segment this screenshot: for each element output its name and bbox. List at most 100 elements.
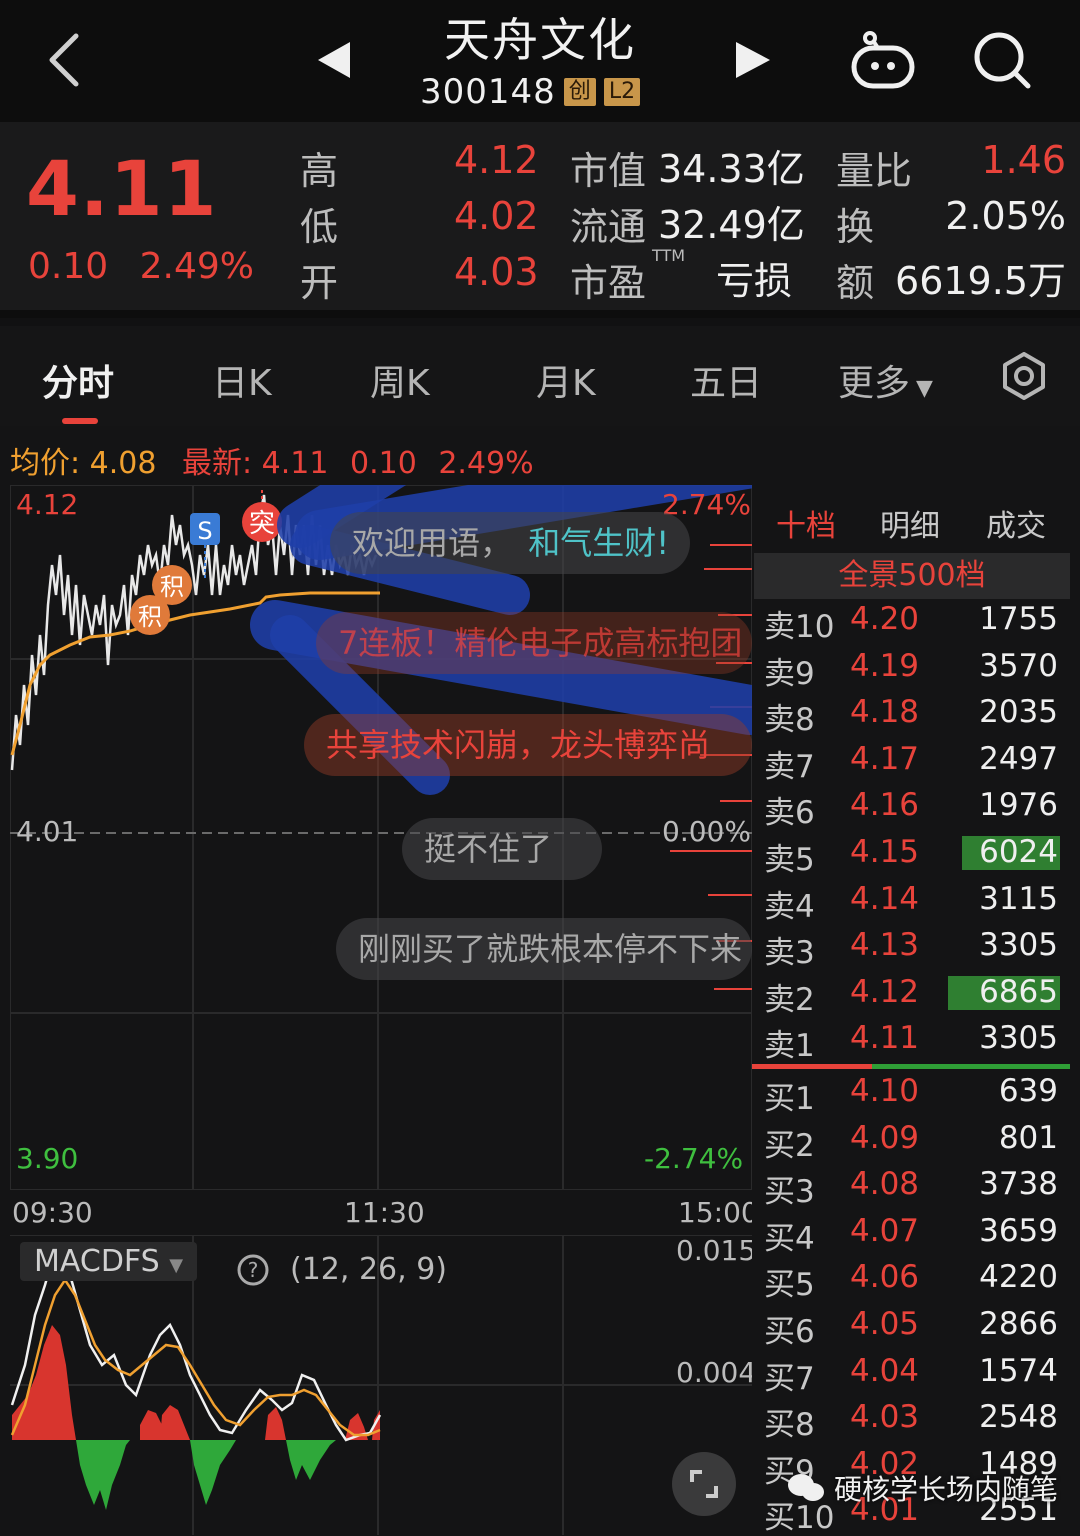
ask-level-label: 卖1: [764, 1028, 815, 1065]
latest-change: 0.10: [350, 446, 417, 481]
tab-monthly-k[interactable]: 月K: [536, 354, 596, 406]
macd-params: (12, 26, 9): [290, 1252, 447, 1287]
ask-level-volume: 6024: [979, 834, 1058, 870]
open-value: 4.03: [454, 250, 539, 294]
bid-level-label: 买8: [764, 1407, 815, 1444]
open-label: 开: [300, 261, 339, 305]
bid-level-price: 4.09: [850, 1119, 920, 1156]
ask-level-row[interactable]: 卖2 4.12 6865: [752, 970, 1070, 1018]
bid-level-row[interactable]: 买3 4.08 3738: [752, 1162, 1070, 1210]
ask-level-price: 4.12: [850, 973, 920, 1010]
danmaku-comment[interactable]: 挺不住了: [402, 818, 602, 880]
accumulate-marker-1-text: 积: [160, 573, 184, 601]
danmaku-comment[interactable]: 刚刚买了就跌根本停不下来: [336, 918, 752, 980]
ask-level-price: 4.13: [850, 927, 920, 964]
accumulate-marker-2-text: 积: [138, 603, 162, 631]
ask-level-row[interactable]: 卖1 4.11 3305: [752, 1016, 1070, 1065]
bid-level-price: 4.05: [850, 1306, 920, 1342]
expand-icon: [690, 1470, 718, 1498]
x-axis-start: 09:30: [12, 1196, 93, 1229]
ask-level-volume: 3115: [979, 880, 1058, 917]
search-icon[interactable]: [972, 30, 1032, 90]
ask-level-row[interactable]: 卖4 4.14 3115: [752, 877, 1070, 925]
tab-daily-k[interactable]: 日K: [212, 354, 272, 406]
ask-level-volume: 2497: [979, 740, 1058, 777]
danmaku-comment[interactable]: 7连板！精伦电子成高标抱团: [316, 612, 752, 674]
intraday-chart[interactable]: 突 S 积 积: [10, 485, 752, 1190]
ask-level-row[interactable]: 卖9 4.19 3570: [752, 644, 1070, 692]
next-stock-icon[interactable]: [736, 42, 770, 78]
fullscreen-expand-button[interactable]: [672, 1452, 736, 1516]
ask-level-label: 卖10: [764, 609, 835, 645]
ask-level-row[interactable]: 卖7 4.17 2497: [752, 737, 1070, 785]
pe-label: 市盈: [570, 261, 647, 305]
top-nav-bar: 天舟文化 300148 创 L2: [0, 0, 1080, 122]
pe-value: 亏损: [716, 259, 793, 303]
wechat-icon: [788, 1474, 824, 1501]
bid-level-row[interactable]: 买8 4.03 2548: [752, 1395, 1070, 1444]
low-label: 低: [300, 205, 339, 249]
volratio-label: 量比: [836, 149, 913, 193]
tab-trades[interactable]: 成交: [986, 501, 1046, 545]
ask-level-volume: 1976: [979, 787, 1058, 824]
tab-five-day[interactable]: 五日: [690, 354, 762, 406]
bid-level-price: 4.07: [850, 1212, 920, 1249]
dropdown-caret-icon: ▼: [169, 1255, 184, 1276]
bid-level-row[interactable]: 买7 4.04 1574: [752, 1349, 1070, 1397]
help-icon[interactable]: ?: [236, 1253, 270, 1287]
high-label: 高: [300, 149, 339, 193]
tab-detail[interactable]: 明细: [880, 501, 940, 545]
bid-level-price: 4.03: [850, 1399, 920, 1436]
bid-level-row[interactable]: 买2 4.09 801: [752, 1116, 1070, 1164]
active-tab-indicator: [62, 418, 98, 424]
bid-level-price: 4.04: [850, 1352, 920, 1389]
ask-level-label: 卖3: [764, 935, 815, 972]
full-depth-banner[interactable]: 全景500档: [754, 553, 1070, 599]
mktcap-value: 34.33亿: [658, 147, 805, 191]
ask-level-label: 卖6: [764, 795, 815, 832]
bid-level-price: 4.08: [850, 1166, 920, 1203]
s-marker-text: S: [197, 517, 212, 545]
settings-gear-icon[interactable]: [1000, 352, 1048, 400]
x-axis-mid: 11:30: [344, 1196, 425, 1229]
price-change: 0.10 2.49%: [28, 246, 254, 287]
volratio-value: 1.46: [981, 138, 1066, 182]
bid-level-row[interactable]: 买5 4.06 4220: [752, 1255, 1070, 1303]
bid-level-row[interactable]: 买4 4.07 3659: [752, 1209, 1070, 1257]
x-axis-end: 15:00: [678, 1196, 759, 1229]
turnover-value: 2.05%: [945, 194, 1066, 238]
high-value: 4.12: [454, 138, 539, 182]
bid-level-volume: 639: [998, 1073, 1058, 1109]
tab-more[interactable]: 更多 ▼: [838, 354, 933, 406]
ask-level-row[interactable]: 卖6 4.16 1976: [752, 783, 1070, 832]
bid-level-label: 买2: [764, 1127, 815, 1164]
ask-level-row[interactable]: 卖8 4.18 2035: [752, 690, 1070, 738]
tab-weekly-k[interactable]: 周K: [370, 354, 430, 406]
ask-level-volume: 3305: [979, 1020, 1058, 1057]
bid-level-row[interactable]: 买1 4.10 639: [752, 1069, 1070, 1117]
bid-level-row[interactable]: 买6 4.05 2866: [752, 1302, 1070, 1350]
ask-level-row[interactable]: 卖3 4.13 3305: [752, 923, 1070, 972]
ask-level-row[interactable]: 卖5 4.15 6024: [752, 830, 1070, 878]
danmaku-comment[interactable]: 欢迎用语， 和气生财!: [330, 512, 690, 574]
macd-indicator-selector[interactable]: MACDFS ▼: [20, 1242, 198, 1281]
ask-level-price: 4.20: [850, 601, 920, 637]
avg-price-value: 4.08: [89, 446, 157, 481]
robot-assistant-icon[interactable]: [848, 30, 918, 92]
turnover-label: 换: [836, 205, 875, 249]
ask-level-row[interactable]: 卖10 4.20 1755: [752, 597, 1070, 645]
chart-info-line: 均价: 4.08 最新: 4.11 0.10 2.49%: [10, 438, 534, 482]
dropdown-caret-icon: ▼: [916, 376, 933, 401]
bid-level-volume: 3738: [979, 1166, 1058, 1203]
low-value: 4.02: [454, 194, 539, 238]
tab-ten-levels[interactable]: 十档: [776, 501, 836, 545]
ask-level-price: 4.14: [850, 880, 920, 917]
pct-axis-bottom: -2.74%: [644, 1142, 744, 1175]
macd-y-top: 0.015: [676, 1234, 757, 1267]
tab-intraday[interactable]: 分时: [42, 354, 114, 406]
board-badge: 创: [563, 78, 596, 106]
macd-indicator-label: MACDFS: [34, 1244, 160, 1279]
danmaku-comment[interactable]: 共享技术闪崩，龙头博弈尚: [304, 714, 752, 776]
bid-level-volume: 2866: [979, 1306, 1058, 1342]
latest-change-pct: 2.49%: [438, 446, 534, 481]
